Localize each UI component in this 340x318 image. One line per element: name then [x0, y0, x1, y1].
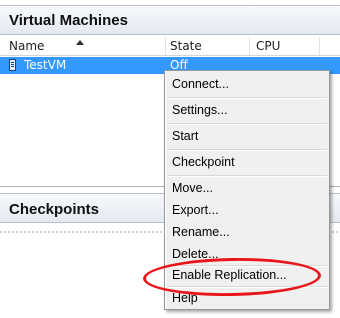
menu-item-settings[interactable]: Settings...: [166, 99, 329, 121]
column-header-cpu-usage[interactable]: CPU Usage: [250, 37, 320, 71]
menu-item-start[interactable]: Start: [166, 125, 329, 147]
menu-item-connect[interactable]: Connect...: [166, 73, 329, 95]
menu-item-checkpoint[interactable]: Checkpoint: [166, 151, 329, 173]
checkpoints-title: Checkpoints: [9, 201, 100, 218]
column-header-row: Name State CPU Usage: [0, 37, 340, 71]
virtual-machines-header: Virtual Machines: [0, 5, 340, 35]
column-header-state[interactable]: State: [166, 37, 250, 55]
menu-item-export[interactable]: Export...: [166, 199, 329, 221]
virtual-machines-title: Virtual Machines: [9, 12, 128, 29]
menu-item-move[interactable]: Move...: [166, 177, 329, 199]
menu-item-rename[interactable]: Rename...: [166, 221, 329, 243]
virtual-machine-icon: [9, 59, 16, 71]
hyper-v-manager-window: Virtual Machines Name State CPU Usage Te…: [0, 0, 340, 318]
sort-ascending-icon: [76, 40, 84, 45]
vm-name-cell: TestVM: [24, 58, 67, 72]
